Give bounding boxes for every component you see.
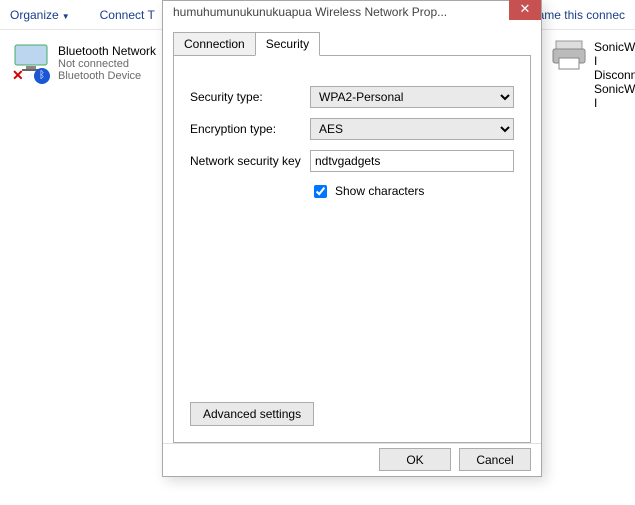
organize-label: Organize [10,8,59,22]
tab-connection[interactable]: Connection [173,32,256,56]
adapter-name: SonicWALL I [594,40,635,68]
adapter-device: Bluetooth Device [58,70,156,82]
bluetooth-icon: ᛒ [34,68,50,84]
dialog-titlebar: humuhumunukunukuapua Wireless Network Pr… [163,1,541,23]
chevron-down-icon: ▼ [59,12,70,21]
tabstrip: Connection Security [173,31,531,55]
encryption-type-label: Encryption type: [190,122,310,136]
dialog-button-bar: OK Cancel [163,443,541,476]
cross-icon: ✕ [12,67,24,84]
dialog-body: Connection Security Security type: WPA2-… [163,23,541,443]
show-characters-checkbox[interactable] [314,185,327,198]
ok-button[interactable]: OK [379,448,451,471]
security-type-label: Security type: [190,90,310,104]
security-tab-panel: Security type: WPA2-Personal Encryption … [173,55,531,443]
close-icon: ✕ [520,1,531,16]
close-button[interactable]: ✕ [509,0,541,20]
network-key-row: Network security key [190,150,514,172]
adapter-item-sonicwall[interactable]: SonicWALL I Disconnecte SonicWALL I [552,40,635,110]
cancel-button[interactable]: Cancel [459,448,531,471]
security-type-row: Security type: WPA2-Personal [190,86,514,108]
rename-connection-link[interactable]: name this connec [531,8,625,22]
monitor-icon: ✕ ᛒ [14,44,50,84]
network-key-input[interactable] [310,150,514,172]
adapter-status: Disconnecte [594,68,635,82]
security-type-select[interactable]: WPA2-Personal [310,86,514,108]
advanced-settings-button[interactable]: Advanced settings [190,402,314,426]
encryption-type-row: Encryption type: AES [190,118,514,140]
organize-menu[interactable]: Organize▼ [10,8,70,22]
adapter-name: Bluetooth Network [58,44,156,58]
encryption-type-select[interactable]: AES [310,118,514,140]
adapter-status: Not connected [58,58,156,70]
connect-to-link[interactable]: Connect T [100,8,155,22]
network-key-label: Network security key [190,154,310,168]
dialog-title: humuhumunukunukuapua Wireless Network Pr… [173,5,509,19]
wireless-properties-dialog: humuhumunukunukuapua Wireless Network Pr… [162,0,542,477]
show-characters-row: Show characters [310,182,514,201]
tab-security[interactable]: Security [255,32,320,56]
adapter-device: SonicWALL I [594,82,635,110]
show-characters-label: Show characters [335,184,424,198]
printer-icon [552,40,586,110]
